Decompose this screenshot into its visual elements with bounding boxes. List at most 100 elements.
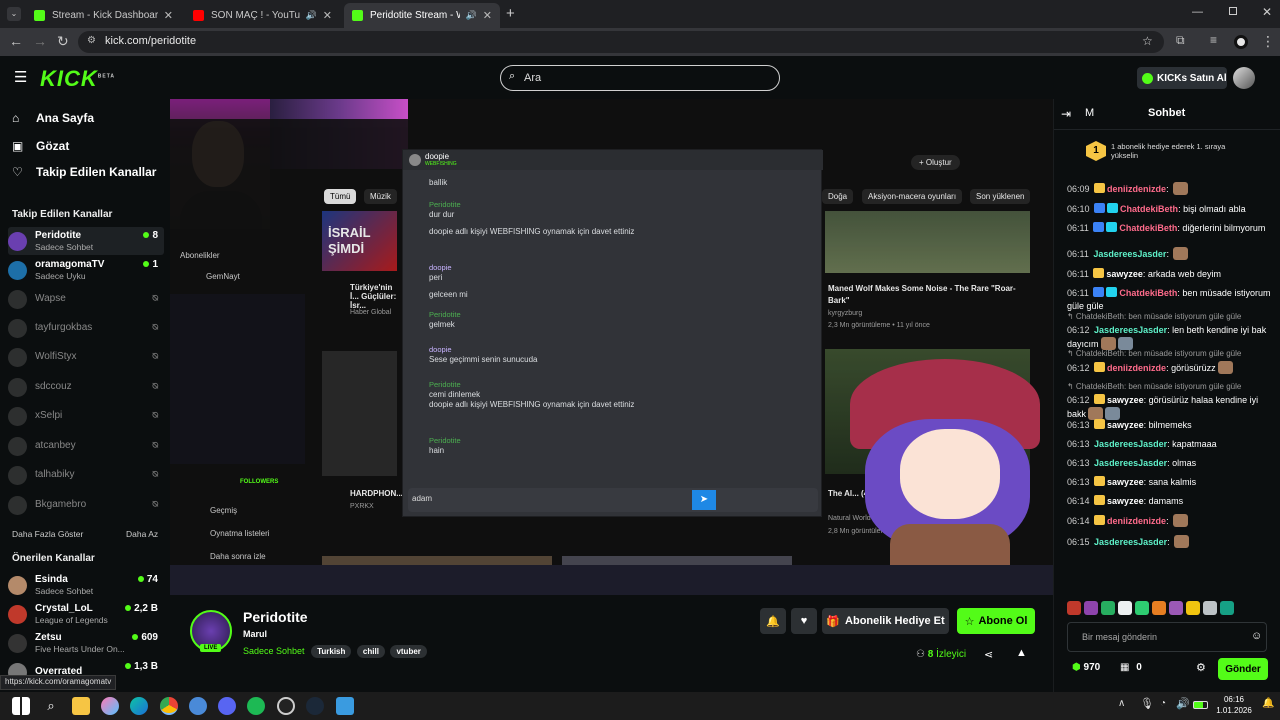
chat-message[interactable]: 06:13 sawyzee: bilmemeks xyxy=(1067,419,1277,432)
chat-message[interactable]: 06:13 sawyzee: sana kalmis xyxy=(1067,476,1277,489)
sidebar-channel-talhabiky[interactable]: talhabiky ⍉ xyxy=(8,461,164,489)
emoji-picker-icon[interactable]: ☺ xyxy=(1251,630,1262,642)
chat-message[interactable]: 06:13 JasdereesJasder: kapatmaaa xyxy=(1067,438,1277,451)
chat-message[interactable]: 06:14 sawyzee: damams xyxy=(1067,495,1277,508)
kick-logo[interactable]: KICKBETA xyxy=(40,66,115,92)
edge-icon[interactable] xyxy=(130,697,148,715)
forward-icon[interactable]: → xyxy=(33,33,47,49)
chat-input[interactable]: Bir mesaj gönderin ☺ xyxy=(1067,622,1267,652)
chat-message[interactable]: 06:11 ChatdekiBeth: ben müsade istiyorum… xyxy=(1067,287,1277,313)
taskbar-search-icon[interactable]: ⌕ xyxy=(42,697,60,715)
site-info-icon[interactable]: ⚙ xyxy=(87,35,96,46)
browser-menu-icon[interactable]: ⋮ xyxy=(1261,33,1275,50)
volume-icon[interactable]: 🔊 xyxy=(1176,697,1190,710)
chat-username[interactable]: deniizdenizde xyxy=(1107,516,1166,526)
chrome-icon[interactable] xyxy=(160,697,178,715)
sidebar-channel-atcanbey[interactable]: atcanbey ⍉ xyxy=(8,432,164,460)
tag-turkish[interactable]: Turkish xyxy=(311,645,352,658)
show-less-link[interactable]: Daha Az xyxy=(126,529,158,539)
user-avatar[interactable] xyxy=(1233,67,1255,89)
microphone-icon[interactable]: 🎙 xyxy=(1140,697,1154,710)
obs-icon[interactable] xyxy=(277,697,295,715)
emote-icon[interactable] xyxy=(1169,601,1183,615)
settings-app-icon[interactable] xyxy=(189,697,207,715)
tab-peridotite-stream[interactable]: Peridotite Stream - Watch L 🔊 ✕ xyxy=(344,3,500,28)
tab-youtube[interactable]: SON MAÇ ! - YouTube 🔊 ✕ xyxy=(185,3,340,28)
chat-message[interactable]: 06:09 deniizdenizde: xyxy=(1067,182,1277,196)
sidebar-channel-tayfurgokbas[interactable]: tayfurgokbas ⍉ xyxy=(8,314,164,342)
chat-username[interactable]: sawyzee xyxy=(1107,477,1144,487)
file-explorer-icon[interactable] xyxy=(72,697,90,715)
send-button[interactable]: Gönder xyxy=(1218,658,1268,680)
sidebar-channel-crystal-lol[interactable]: Crystal_LoL League of Legends 2,2 B xyxy=(8,600,164,628)
emote-icon[interactable] xyxy=(1135,601,1149,615)
chat-mode-label[interactable]: M xyxy=(1085,107,1094,119)
chat-message[interactable]: 06:12 deniizdenizde: görüsürüzz xyxy=(1067,361,1277,375)
notification-bell-button[interactable]: 🔔 xyxy=(760,608,786,634)
chat-username[interactable]: ChatdekiBeth xyxy=(1119,223,1177,233)
app-icon[interactable] xyxy=(336,697,354,715)
chat-username[interactable]: ChatdekiBeth xyxy=(1119,288,1177,298)
report-icon[interactable]: ▲ xyxy=(1016,647,1027,659)
chat-message[interactable]: 06:11 JasdereesJasder: xyxy=(1067,247,1277,261)
extensions-icon[interactable]: ⧉ xyxy=(1176,33,1185,48)
emote-icon[interactable] xyxy=(1118,601,1132,615)
emote-icon[interactable] xyxy=(1084,601,1098,615)
chat-username[interactable]: deniizdenizde xyxy=(1107,184,1166,194)
channel-points[interactable]: ⬢ 970 xyxy=(1072,662,1100,673)
gift-counter[interactable]: ▦ 0 xyxy=(1120,662,1142,673)
emote-icon[interactable] xyxy=(1101,601,1115,615)
show-more-link[interactable]: Daha Fazla Göster xyxy=(12,529,83,539)
search-input[interactable]: ⌕ Ara xyxy=(500,65,780,91)
sidebar-channel-oramagomatv[interactable]: oramagomaTV Sadece Uyku 1 xyxy=(8,256,164,284)
follow-heart-button[interactable]: ♥ xyxy=(791,608,817,634)
back-icon[interactable]: ← xyxy=(9,33,23,49)
chat-username[interactable]: sawyzee xyxy=(1107,420,1144,430)
new-tab-icon[interactable]: + xyxy=(506,5,515,22)
tab-close-icon[interactable]: ✕ xyxy=(483,9,492,22)
emote-icon[interactable] xyxy=(1067,601,1081,615)
spotify-icon[interactable] xyxy=(247,697,265,715)
battery-icon[interactable] xyxy=(1193,701,1208,709)
sidebar-channel-esinda[interactable]: Esinda Sadece Sohbet 74 xyxy=(8,571,164,599)
bookmark-star-icon[interactable]: ☆ xyxy=(1142,34,1153,48)
tab-close-icon[interactable]: ✕ xyxy=(323,9,332,22)
chat-settings-icon[interactable]: ⚙ xyxy=(1196,661,1206,674)
hamburger-menu-icon[interactable]: ☰ xyxy=(14,68,27,86)
nav-home[interactable]: ⌂ Ana Sayfa xyxy=(12,111,94,125)
profile-avatar[interactable] xyxy=(1234,35,1248,49)
chat-message[interactable]: 06:13 JasdereesJasder: olmas xyxy=(1067,457,1277,470)
gift-sub-button[interactable]: 🎁 Abonelik Hediye Et xyxy=(822,608,949,634)
sidebar-channel-peridotite[interactable]: Peridotite Sadece Sohbet 8 xyxy=(8,227,164,255)
sidebar-channel-bkgamebro[interactable]: Bkgamebro ⍉ xyxy=(8,491,164,519)
reload-icon[interactable]: ↻ xyxy=(57,33,69,50)
sidebar-channel-wapse[interactable]: Wapse ⍉ xyxy=(8,285,164,313)
chat-username[interactable]: ChatdekiBeth xyxy=(1120,204,1178,214)
chat-message[interactable]: 06:11 ChatdekiBeth: diğerlerini bilmyoru… xyxy=(1067,222,1277,235)
chat-username[interactable]: JasdereesJasder xyxy=(1094,537,1167,547)
copilot-icon[interactable] xyxy=(101,697,119,715)
chat-message[interactable]: 06:12 JasdereesJasder: len beth kendine … xyxy=(1067,324,1277,351)
url-field[interactable]: ⚙ kick.com/peridotite ☆ xyxy=(78,31,1164,53)
network-icon[interactable]: ◔ xyxy=(1160,698,1166,709)
tray-chevron-icon[interactable]: ∧ xyxy=(1118,698,1125,709)
minimize-icon[interactable]: — xyxy=(1192,6,1203,18)
emote-icon[interactable] xyxy=(1220,601,1234,615)
tab-close-icon[interactable]: ✕ xyxy=(164,9,173,22)
chat-username[interactable]: sawyzee xyxy=(1106,269,1143,279)
chat-username[interactable]: sawyzee xyxy=(1107,496,1144,506)
nav-browse[interactable]: ▣ Gözat xyxy=(12,139,69,153)
sidebar-channel-wolfistyx[interactable]: WolfiStyx ⍉ xyxy=(8,343,164,371)
tag-chill[interactable]: chill xyxy=(356,645,385,658)
collapse-chat-icon[interactable]: ⇥ xyxy=(1061,107,1071,121)
streamer-name[interactable]: Peridotite xyxy=(243,609,308,625)
nav-following[interactable]: ♡ Takip Edilen Kanallar xyxy=(12,165,156,179)
tab-search-icon[interactable]: ⌄ xyxy=(7,7,21,21)
chat-message[interactable]: 06:14 deniizdenizde: xyxy=(1067,514,1277,528)
media-controls-icon[interactable]: ≡ xyxy=(1210,33,1217,47)
chat-username[interactable]: JasdereesJasder xyxy=(1094,458,1167,468)
chat-message[interactable]: 06:15 JasdereesJasder: xyxy=(1067,535,1277,549)
kicks-buy-button[interactable]: KICKs Satın Al xyxy=(1137,67,1227,89)
chat-message[interactable]: 06:11 sawyzee: arkada web deyim xyxy=(1067,268,1277,281)
chat-username[interactable]: sawyzee xyxy=(1107,395,1144,405)
